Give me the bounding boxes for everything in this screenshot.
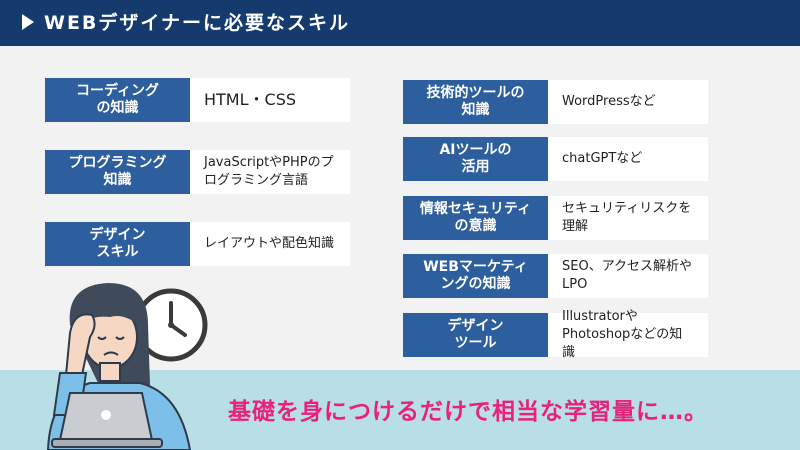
skill-label: 情報セキュリティ の意識 [403, 196, 548, 240]
skill-value: セキュリティリスクを 理解 [548, 196, 708, 240]
skill-label: デザイン スキル [45, 222, 190, 266]
skill-label: 技術的ツールの 知識 [403, 80, 548, 124]
play-triangle-icon [22, 14, 34, 30]
skill-label: WEBマーケティ ングの知識 [403, 254, 548, 298]
skill-row-tech-tools: 技術的ツールの 知識 WordPressなど [403, 80, 708, 124]
skill-row-programming: プログラミング 知識 JavaScriptやPHPのプ ログラミング言語 [45, 150, 350, 194]
skill-row-web-marketing: WEBマーケティ ングの知識 SEO、アクセス解析や LPO [403, 254, 708, 298]
skill-label: プログラミング 知識 [45, 150, 190, 194]
skill-row-security: 情報セキュリティ の意識 セキュリティリスクを 理解 [403, 196, 708, 240]
header-bar: WEBデザイナーに必要なスキル [0, 0, 800, 46]
tagline-text: 基礎を身につけるだけで相当な学習量に…。 [228, 399, 708, 425]
stressed-person-illustration [46, 283, 192, 450]
skill-value: JavaScriptやPHPのプ ログラミング言語 [190, 150, 350, 194]
skill-label: デザイン ツール [403, 313, 548, 357]
page-title: WEBデザイナーに必要なスキル [44, 12, 351, 34]
skill-row-ai-tools: AIツールの 活用 chatGPTなど [403, 137, 708, 181]
skill-value: レイアウトや配色知識 [190, 222, 350, 266]
skill-row-coding: コーディング の知識 HTML・CSS [45, 78, 350, 122]
skill-row-design-tools: デザイン ツール Illustratorや Photoshopなどの知識 [403, 309, 708, 360]
skill-value: HTML・CSS [190, 78, 350, 122]
skill-label: AIツールの 活用 [403, 137, 548, 181]
skill-value: Illustratorや Photoshopなどの知識 [548, 309, 708, 360]
skill-value: WordPressなど [548, 80, 708, 124]
skill-label: コーディング の知識 [45, 78, 190, 122]
skill-value: chatGPTなど [548, 137, 708, 181]
skill-value: SEO、アクセス解析や LPO [548, 254, 708, 298]
skill-row-design-skill: デザイン スキル レイアウトや配色知識 [45, 222, 350, 266]
